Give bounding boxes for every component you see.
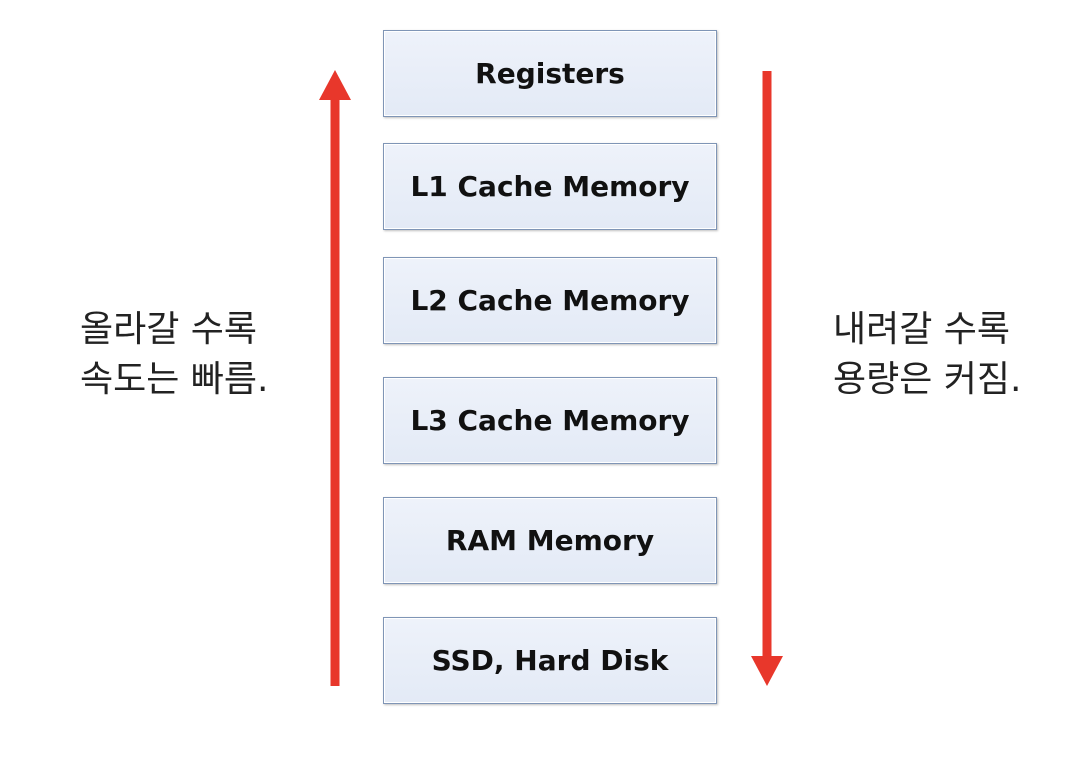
level-l2-cache: L2 Cache Memory — [383, 257, 717, 344]
level-label: L1 Cache Memory — [410, 170, 690, 203]
level-registers: Registers — [383, 30, 717, 117]
level-label: L2 Cache Memory — [410, 284, 690, 317]
level-label: L3 Cache Memory — [410, 404, 690, 437]
level-l3-cache: L3 Cache Memory — [383, 377, 717, 464]
level-storage: SSD, Hard Disk — [383, 617, 717, 704]
level-label: SSD, Hard Disk — [431, 644, 669, 677]
level-ram: RAM Memory — [383, 497, 717, 584]
capacity-note: 내려갈 수록 용량은 커짐. — [833, 305, 1022, 405]
speed-note-line2: 속도는 빠름. — [80, 359, 269, 400]
down-arrow — [751, 71, 783, 686]
capacity-note-line1: 내려갈 수록 — [833, 309, 1011, 350]
level-l1-cache: L1 Cache Memory — [383, 143, 717, 230]
speed-note: 올라갈 수록 속도는 빠름. — [80, 305, 269, 405]
speed-note-line1: 올라갈 수록 — [80, 309, 258, 350]
up-arrow — [319, 70, 351, 686]
capacity-note-line2: 용량은 커짐. — [833, 359, 1022, 400]
level-label: Registers — [475, 57, 625, 90]
level-label: RAM Memory — [445, 524, 655, 557]
